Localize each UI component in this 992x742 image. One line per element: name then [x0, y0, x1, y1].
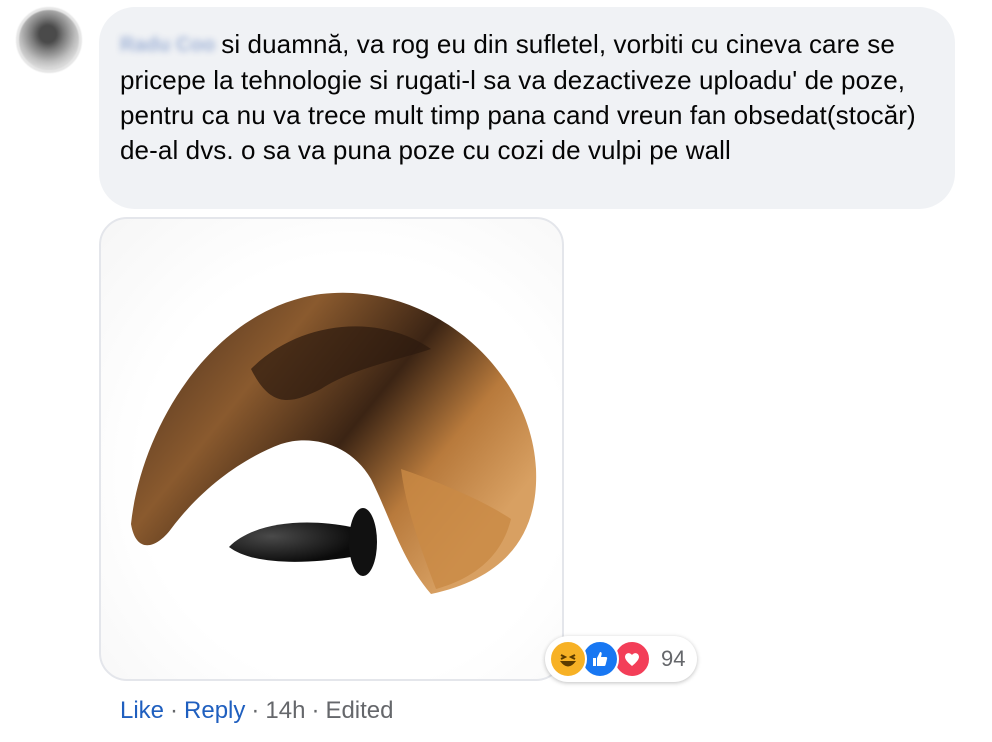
avatar[interactable]: [16, 7, 82, 73]
reply-button[interactable]: Reply: [184, 697, 245, 725]
like-button[interactable]: Like: [120, 697, 164, 725]
comment-actions: Like · Reply · 14h · Edited: [120, 697, 394, 725]
reaction-count: 94: [661, 646, 686, 671]
comment-author[interactable]: Radu Coo: [120, 28, 215, 63]
comment-text: si duamnă, va rog eu din sufletel, vorbi…: [120, 29, 916, 165]
separator: ·: [311, 697, 320, 724]
fox-tail-image: [131, 292, 537, 594]
comment-body: Radu Coo si duamnă, va rog eu din suflete…: [120, 27, 925, 168]
edited-label[interactable]: Edited: [325, 697, 393, 725]
separator: ·: [251, 697, 260, 724]
haha-icon: [549, 640, 587, 678]
comment-bubble: Radu Coo si duamnă, va rog eu din suflete…: [99, 7, 955, 209]
timestamp[interactable]: 14h: [265, 697, 305, 725]
separator: ·: [170, 697, 179, 724]
reaction-summary[interactable]: 94: [545, 636, 697, 682]
attached-photo[interactable]: [99, 217, 564, 681]
